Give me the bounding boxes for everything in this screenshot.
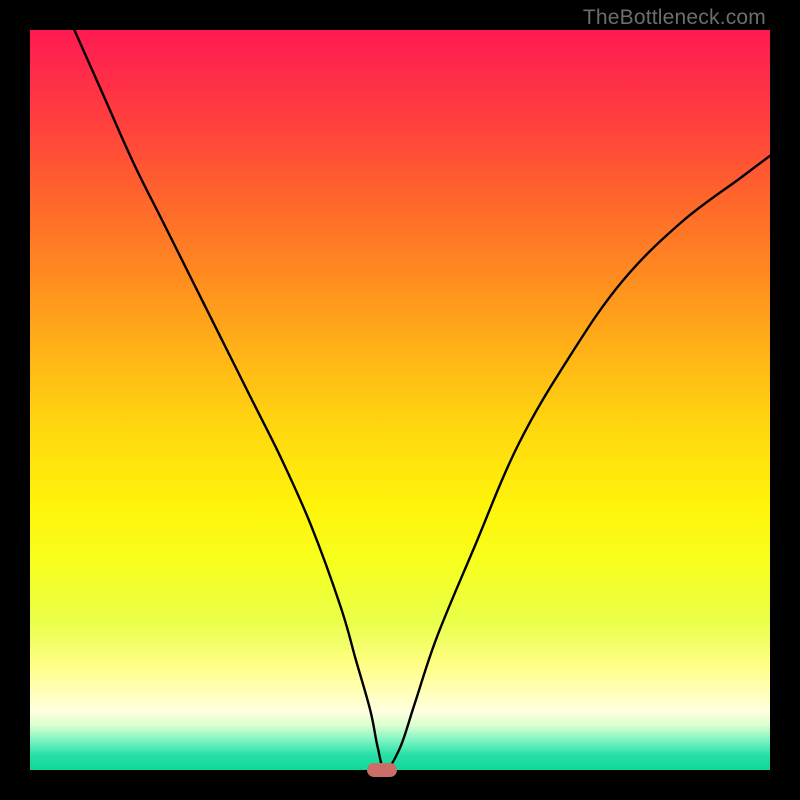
- bottleneck-curve: [30, 30, 770, 770]
- minimum-marker: [367, 763, 397, 777]
- chart-frame: TheBottleneck.com: [0, 0, 800, 800]
- chart-plot-area: [30, 30, 770, 770]
- curve-path: [74, 30, 770, 770]
- watermark-text: TheBottleneck.com: [583, 6, 766, 30]
